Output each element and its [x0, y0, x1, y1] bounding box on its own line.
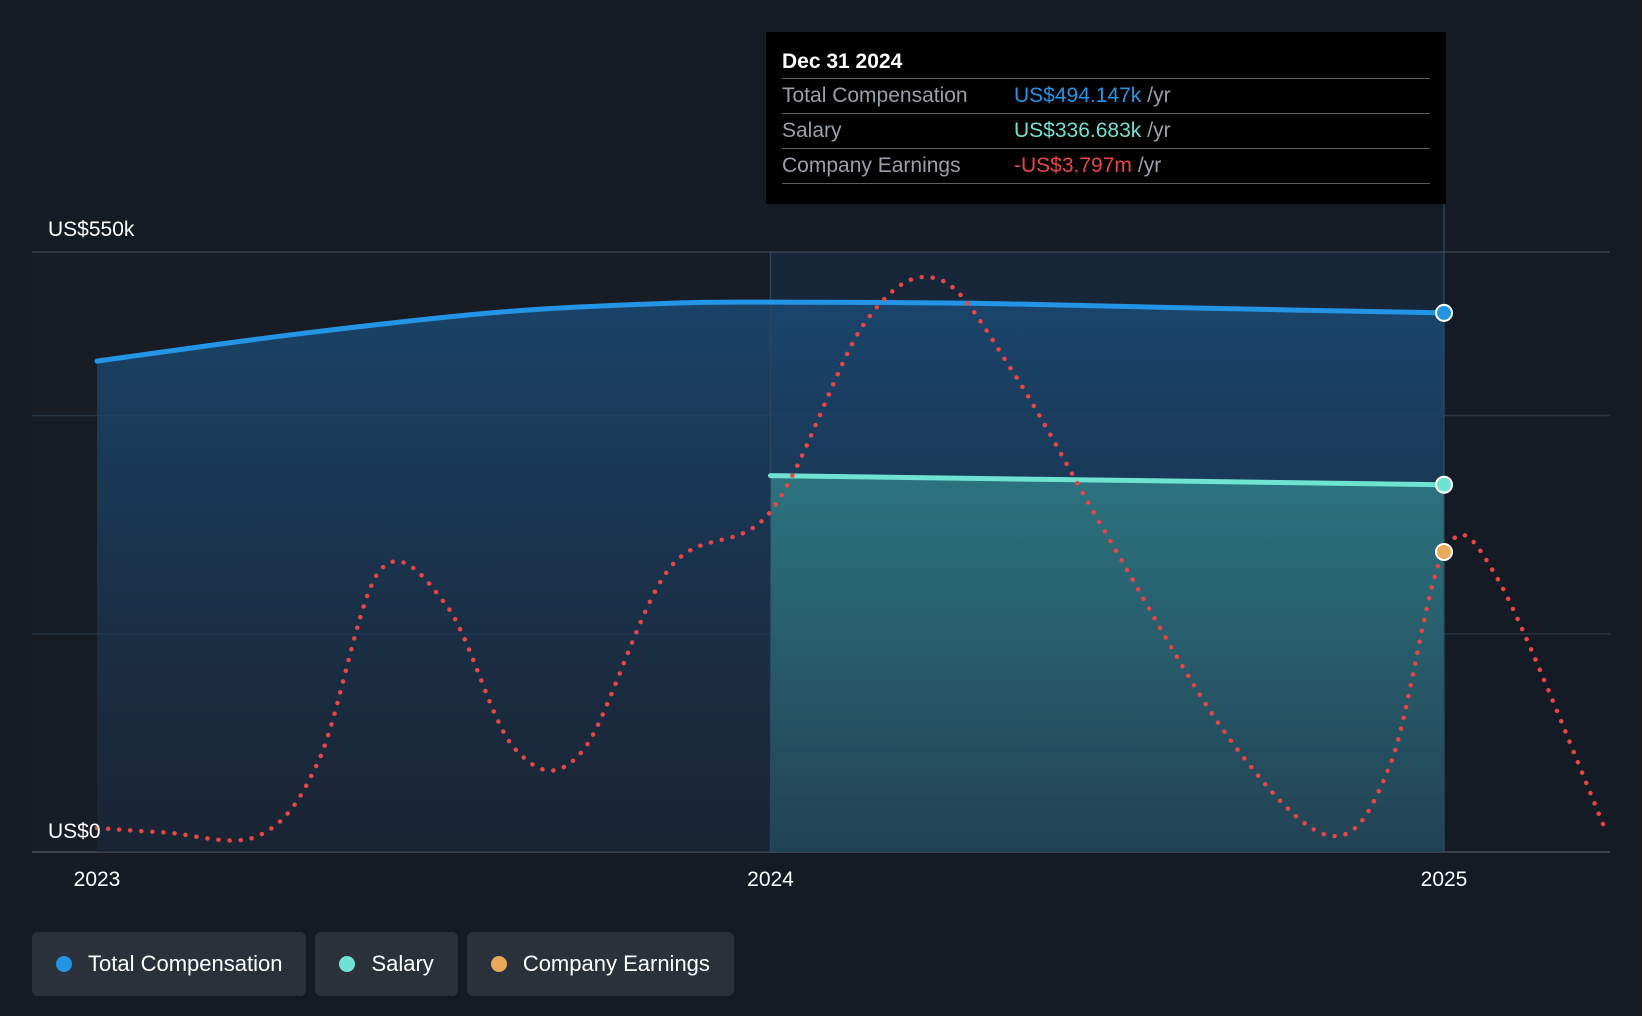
y-axis-label-max: US$550k: [48, 218, 135, 241]
chart-legend: Total Compensation Salary Company Earnin…: [32, 932, 734, 996]
legend-label: Company Earnings: [522, 951, 710, 976]
chart-tooltip: Dec 31 2024 Total Compensation US$494.14…: [766, 32, 1446, 204]
legend-dot-icon: [339, 956, 356, 972]
tooltip-unit: /yr: [1147, 119, 1171, 142]
legend-item-total-compensation[interactable]: Total Compensation: [32, 932, 307, 996]
total-compensation-point: [1435, 303, 1453, 322]
legend-dot-icon: [490, 956, 507, 972]
salary-point: [1435, 475, 1453, 494]
legend-item-company-earnings[interactable]: Company Earnings: [466, 932, 734, 996]
salary-area: [770, 475, 1444, 852]
tooltip-label: Company Earnings: [782, 154, 961, 177]
tooltip-row-salary: Salary US$336.683k /yr: [782, 113, 1430, 148]
tooltip-label: Total Compensation: [782, 84, 968, 107]
tooltip-unit: /yr: [1147, 84, 1171, 107]
tooltip-date: Dec 31 2024: [782, 50, 903, 73]
legend-label: Total Compensation: [88, 951, 283, 976]
tooltip-value: -US$3.797m: [1014, 154, 1132, 177]
x-axis-tick-label: 2025: [1421, 868, 1468, 891]
tooltip-row-total-compensation: Total Compensation US$494.147k /yr: [782, 78, 1430, 113]
legend-label: Salary: [371, 951, 434, 976]
x-axis-tick-label: 2024: [747, 868, 794, 891]
tooltip-value: US$336.683k: [1014, 119, 1142, 142]
tooltip-unit: /yr: [1137, 154, 1162, 177]
legend-item-salary[interactable]: Salary: [315, 932, 458, 996]
y-axis-label-min: US$0: [48, 820, 101, 843]
legend-dot-icon: [56, 956, 72, 972]
company-earnings-point: [1435, 543, 1453, 561]
x-axis-tick-label: 2023: [74, 868, 121, 891]
tooltip-label: Salary: [782, 119, 842, 142]
tooltip-row-company-earnings: Company Earnings -US$3.797m /yr: [782, 148, 1430, 184]
tooltip-value: US$494.147k: [1014, 84, 1142, 107]
